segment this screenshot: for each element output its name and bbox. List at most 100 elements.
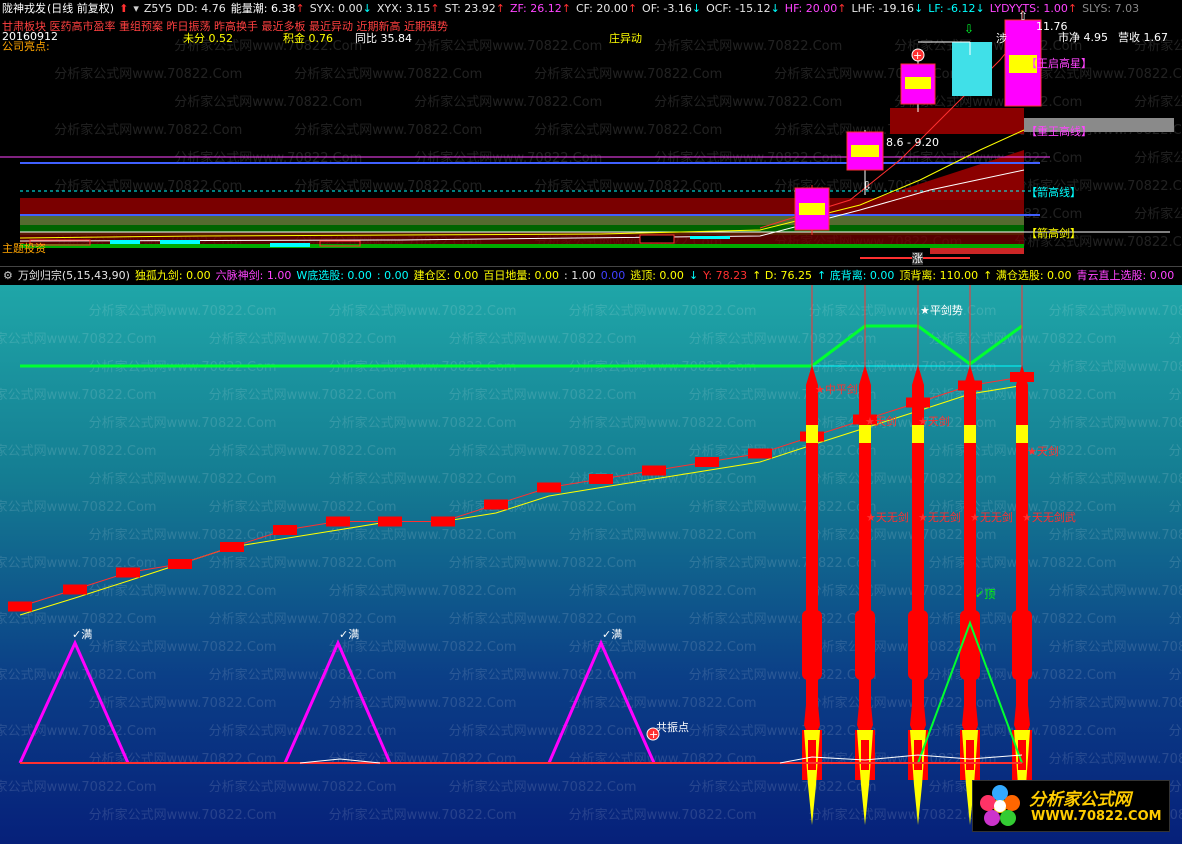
red-block-6: [326, 516, 350, 527]
watermark-text: 分析家公式网www.70822.Com: [329, 807, 517, 823]
watermark-text: 分析家公式网www.70822.Com: [1049, 415, 1182, 431]
watermark-text: 分析家公式网www.70822.Com: [449, 779, 637, 795]
indicator-value-0: 独孤九剑: 0.00: [134, 269, 211, 282]
watermark-text: 分析家公式网www.70822.Com: [209, 555, 397, 571]
watermark-text: 分析家公式网www.70822.Com: [89, 415, 277, 431]
stat-8: OCF: -15.12↓: [706, 2, 780, 15]
red-block-4: [220, 542, 244, 552]
watermark-text: 分析家公式网www.70822.Com: [329, 583, 517, 599]
watermark-text: 分析家公式网www.70822.Com: [569, 695, 757, 711]
stat-9: HF: 20.00↑: [784, 2, 847, 15]
stat-2: SYX: 0.00↓: [309, 2, 372, 15]
gear-icon[interactable]: ⚙: [3, 269, 13, 282]
watermark-text: 分析家公式网www.70822.Com: [89, 807, 277, 823]
watermark-text: 分析家公式网www.70822.Com: [89, 751, 277, 767]
watermark-text: 分析家公式网www.70822.Com: [1134, 150, 1182, 166]
watermark-text: 分析家公式网www.70822.Com: [329, 415, 517, 431]
watermark-text: 分析家公式网www.70822.Com: [294, 178, 482, 194]
watermark-text: 分析家公式网www.70822.Com: [689, 611, 877, 627]
indicator-value-1: 六脉神剑: 1.00: [215, 269, 292, 282]
band-thin-green: [20, 244, 1024, 248]
main-price-panel[interactable]: 分析家公式网www.70822.Com 分析家公式网www.70822.Com 分析…: [0, 0, 1182, 266]
up-arrow-icon: ⬆: [119, 2, 129, 15]
watermark-text: 分析家公式网www.70822.Com: [89, 527, 277, 543]
indicator-value-4: 建仓区: 0.00: [413, 269, 479, 282]
watermark-text: 分析家公式网www.70822.Com: [1049, 751, 1182, 767]
indicator-value-3: : 0.00: [376, 269, 409, 282]
stat-11: LF: -6.12↓: [928, 2, 985, 15]
sword-yellow-band-4: [1016, 425, 1028, 443]
dropdown-icon[interactable]: ▾: [133, 2, 139, 15]
watermark-text: 分析家公式网www.70822.Com: [329, 751, 517, 767]
red-block-1: [63, 584, 87, 595]
indicator-chart: 分析家公式网www.70822.Com 分析家公式网www.70822.Com 分析…: [0, 285, 1182, 825]
stock-period[interactable]: (日线 前复权): [47, 2, 114, 15]
watermark-text: 分析家公式网www.70822.Com: [809, 807, 997, 823]
watermark-text: 分析家公式网www.70822.Com: [209, 611, 397, 627]
watermark-text: 分析家公式网www.70822.Com: [1169, 387, 1182, 403]
stat-7: OF: -3.16↓: [642, 2, 702, 15]
watermark-text: 分析家公式网www.70822.Com: [0, 723, 157, 739]
watermark-text: 分析家公式网www.70822.Com: [54, 66, 242, 82]
watermark-text: 分析家公式网www.70822.Com: [654, 94, 842, 110]
watermark-text: 分析家公式网www.70822.Com: [329, 471, 517, 487]
annotation-0: ✓满: [72, 628, 92, 641]
annotation-1: ✓满: [339, 628, 359, 641]
watermark-text: 分析家公式网www.70822.Com: [1169, 443, 1182, 459]
indicator-value-6: : 1.00: [564, 269, 596, 282]
watermark-text: 分析家公式网www.70822.Com: [294, 66, 482, 82]
right-tag-3: 【箭高线】: [1026, 186, 1081, 199]
top-stats: DD: 4.76 能量潮: 6.38↑ SYX: 0.00↓ XYX: 3.15↑ ST…: [177, 2, 1144, 15]
stat-12: LYDYYTS: 1.00↑: [989, 2, 1078, 15]
svg-text:⇩: ⇩: [964, 22, 974, 36]
watermark-text: 分析家公式网www.70822.Com: [0, 387, 157, 403]
annotation-4: ★平剑势: [920, 303, 963, 317]
watermark-text: 分析家公式网www.70822.Com: [569, 807, 757, 823]
watermark-text: 分析家公式网www.70822.Com: [449, 555, 637, 571]
watermark-text: 分析家公式网www.70822.Com: [689, 667, 877, 683]
watermark-text: 分析家公式网www.70822.Com: [1049, 639, 1182, 655]
red-block-7: [378, 516, 402, 527]
red-block-10: [537, 482, 561, 493]
watermark-text: 分析家公式网www.70822.Com: [449, 387, 637, 403]
jijin-label: 积金 0.76: [283, 32, 333, 45]
indicator-values: 独孤九剑: 0.00 六脉神剑: 1.00 W底选股: 0.00 : 0.00 建仓区:…: [135, 269, 1179, 282]
watermark-text: 分析家公式网www.70822.Com: [449, 331, 637, 347]
watermark-text: 分析家公式网www.70822.Com: [329, 303, 517, 319]
watermark-text: 分析家公式网www.70822.Com: [1134, 206, 1182, 222]
indicator-value-8: 逃顶: 0.00: [630, 269, 684, 282]
indicator-value-11: ↑ D: 76.25: [752, 269, 812, 282]
upper-red-block: [890, 108, 1024, 134]
watermark-text: 分析家公式网www.70822.Com: [809, 303, 997, 319]
watermark-text: 分析家公式网www.70822.Com: [449, 443, 637, 459]
watermark-text: 分析家公式网www.70822.Com: [0, 779, 157, 795]
watermark-text: 分析家公式网www.70822.Com: [569, 583, 757, 599]
annotation-12: ★无无剑: [970, 510, 1013, 524]
indicator-name[interactable]: 万剑归宗(5,15,43,90): [18, 267, 130, 283]
yingshou-label: 营收 1.67: [1118, 31, 1168, 44]
annotation-11: ★无无剑: [918, 510, 961, 524]
red-block-3: [168, 559, 192, 569]
watermark-text: 分析家公式网www.70822.Com: [929, 331, 1117, 347]
red-block-2: [116, 567, 140, 578]
sword-hilt-0: [802, 610, 822, 680]
red-block-13: [695, 457, 719, 467]
indicator-header[interactable]: ⚙ 万剑归宗(5,15,43,90) 独孤九剑: 0.00 六脉神剑: 1.00 W底选…: [0, 266, 1182, 286]
indicator-value-7: 0.00: [600, 269, 626, 282]
watermark-text: 分析家公式网www.70822.Com: [569, 751, 757, 767]
stat-13: SLYS: 7.03: [1082, 2, 1140, 15]
svg-text:⇩: ⇩: [862, 179, 872, 193]
stock-title[interactable]: 陇神戎发: [2, 2, 46, 15]
red-block-12: [642, 465, 666, 476]
watermark-text: 分析家公式网www.70822.Com: [1134, 94, 1182, 110]
watermark-text: 分析家公式网www.70822.Com: [209, 667, 397, 683]
watermark-text: 分析家公式网www.70822.Com: [449, 499, 637, 515]
watermark-text: 分析家公式网www.70822.Com: [1169, 555, 1182, 571]
sword-hilt-4: [1012, 610, 1032, 680]
watermark-text: 分析家公式网www.70822.Com: [689, 723, 877, 739]
watermark-text: 分析家公式网www.70822.Com: [54, 122, 242, 138]
sword-yellow-band-0: [806, 425, 818, 443]
indicator-value-2: W底选股: 0.00: [296, 269, 372, 282]
indicator-panel[interactable]: 分析家公式网www.70822.Com 分析家公式网www.70822.Com 分析…: [0, 285, 1182, 844]
watermark-text: 分析家公式网www.70822.Com: [294, 122, 482, 138]
